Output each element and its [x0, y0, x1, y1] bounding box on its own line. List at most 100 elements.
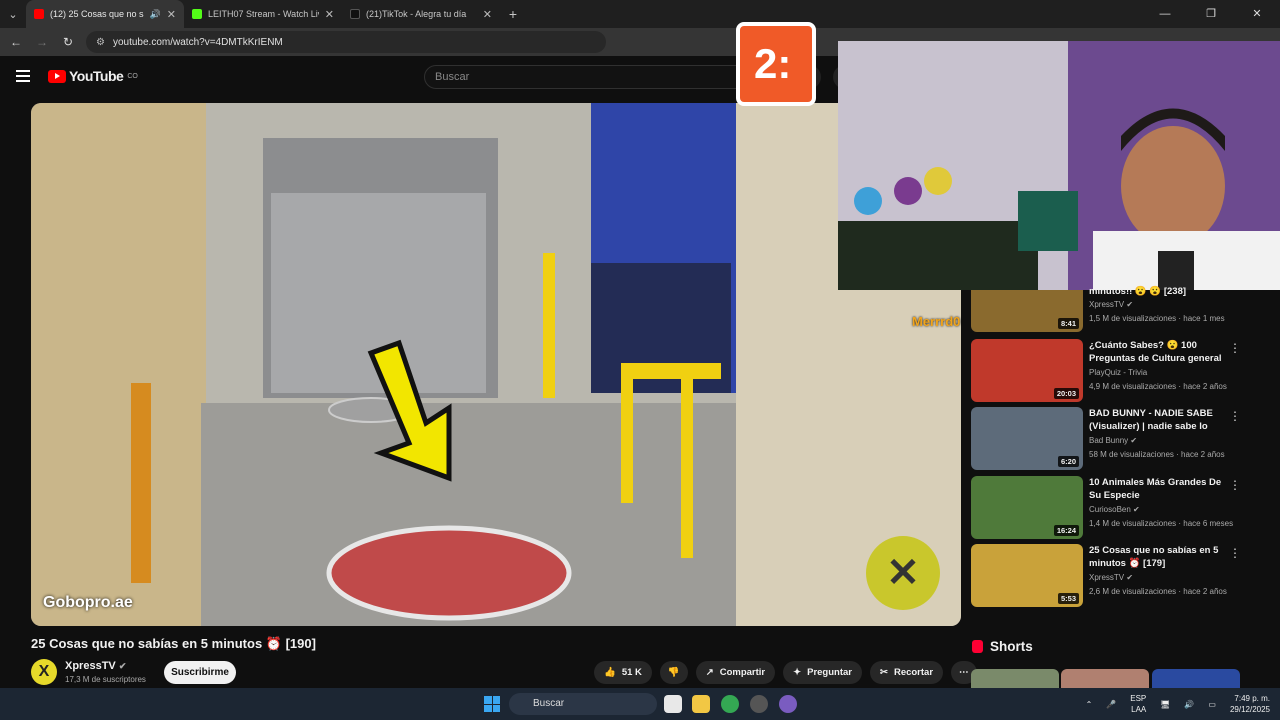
language-code: ESP — [1130, 694, 1147, 703]
video-title: 25 Cosas que no sabías en 5 minutos ⏰ [1… — [31, 636, 316, 651]
channel-name[interactable]: PlayQuiz - Trivia — [1089, 368, 1147, 377]
tiktok-favicon-icon — [350, 9, 360, 19]
channel-avatar[interactable]: X — [31, 659, 57, 685]
webcam-overlay — [838, 41, 1280, 290]
video-thumbnail[interactable]: 8:41 — [971, 290, 1083, 332]
video-meta: 4,9 M de visualizaciones · hace 2 años — [1089, 382, 1227, 391]
clip-button[interactable]: ✂ Recortar — [869, 661, 944, 684]
share-button[interactable]: ↗ Compartir — [695, 661, 776, 684]
video-thumbnail[interactable]: 5:53 — [971, 544, 1083, 607]
microphone-icon[interactable]: 🎤 — [1106, 700, 1116, 709]
more-options-icon[interactable]: ⋮ — [1229, 478, 1241, 492]
site-info-icon[interactable]: ⚙ — [96, 37, 105, 48]
browser-tab-strip: ⌄ (12) 25 Cosas que no sabías 🔊 ✕ LEITH0… — [0, 0, 1280, 28]
tab-search-button[interactable]: ⌄ — [0, 0, 26, 28]
sparkle-icon: ✦ — [793, 667, 802, 678]
more-icon: ⋯ — [959, 667, 969, 678]
back-icon[interactable]: ← — [8, 35, 24, 49]
language-indicator[interactable]: ESP LAA — [1130, 693, 1146, 715]
short-thumbnail[interactable] — [1152, 669, 1240, 689]
volume-icon[interactable]: 🔊 — [1184, 700, 1194, 709]
close-tab-icon[interactable]: ✕ — [483, 8, 492, 21]
address-bar[interactable]: ⚙ youtube.com/watch?v=4DMTkKrIENM — [86, 31, 606, 53]
like-button[interactable]: 👍 51 K — [594, 661, 652, 684]
video-title[interactable]: BAD BUNNY - NADIE SABE (Visualizer) | na… — [1089, 407, 1229, 433]
minimize-icon[interactable]: — — [1142, 0, 1188, 28]
share-label: Compartir — [719, 667, 766, 678]
shorts-label: Shorts — [990, 639, 1033, 654]
close-window-icon[interactable]: ✕ — [1234, 0, 1280, 28]
battery-icon[interactable]: ▭ — [1208, 700, 1216, 709]
language-sub: LAA — [1131, 705, 1147, 714]
short-thumbnail[interactable] — [1061, 669, 1149, 689]
network-icon[interactable]: 🖥 — [1160, 700, 1170, 709]
share-icon: ↗ — [705, 667, 714, 678]
subscribe-button[interactable]: Suscribirme — [164, 661, 236, 684]
chrome-icon[interactable] — [721, 695, 739, 713]
thumbs-down-icon: 👎 — [667, 667, 680, 678]
duration-badge: 5:53 — [1057, 593, 1079, 604]
channel-name[interactable]: XpressTV ✔ — [1089, 573, 1133, 582]
browser-tab-tiktok[interactable]: (21)TikTok - Alegra tu día ✕ — [342, 0, 500, 28]
channel-name[interactable]: Bad Bunny ✔ — [1089, 436, 1137, 445]
chevron-up-icon[interactable]: ⌃ — [1086, 700, 1093, 709]
browser-tab-youtube[interactable]: (12) 25 Cosas que no sabías 🔊 ✕ — [26, 0, 184, 28]
dislike-button[interactable]: 👎 — [659, 661, 688, 684]
verified-icon: ✔ — [1126, 300, 1134, 309]
menu-icon[interactable] — [16, 70, 30, 85]
video-title[interactable]: 25 Cosas que no sabías en 5 minutos ⏰ [1… — [1089, 544, 1229, 570]
list-item[interactable]: 16:24 10 Animales Más Grandes De Su Espe… — [971, 476, 1241, 540]
app-icon[interactable] — [750, 695, 768, 713]
list-item[interactable]: 6:20 BAD BUNNY - NADIE SABE (Visualizer)… — [971, 407, 1241, 471]
tab-title: (21)TikTok - Alegra tu día — [366, 9, 467, 19]
ask-button[interactable]: ✦ Preguntar — [783, 661, 862, 684]
video-thumbnail[interactable]: 20:03 — [971, 339, 1083, 402]
close-tab-icon[interactable]: ✕ — [325, 8, 334, 21]
video-thumbnail[interactable]: 16:24 — [971, 476, 1083, 539]
video-thumbnail[interactable]: 6:20 — [971, 407, 1083, 470]
taskbar-search[interactable]: Buscar — [509, 693, 657, 715]
clock[interactable]: 7:49 p. m. 29/12/2025 — [1230, 693, 1270, 715]
list-item[interactable]: 8:41 minutos!! 😮 😮 [238] XpressTV ✔ 1,5 … — [971, 286, 1241, 334]
channel-name[interactable]: CuriosoBen ✔ — [1089, 505, 1140, 514]
restore-icon[interactable]: ❐ — [1188, 0, 1234, 28]
country-code: CO — [127, 72, 138, 80]
video-actions: 👍 51 K 👎 ↗ Compartir ✦ Preguntar ✂ Recortar … — [594, 661, 977, 684]
youtube-logo[interactable]: YouTube CO — [48, 68, 138, 84]
video-title[interactable]: minutos!! 😮 😮 [238] — [1089, 285, 1229, 298]
list-item[interactable]: 5:53 25 Cosas que no sabías en 5 minutos… — [971, 544, 1241, 608]
search-input[interactable]: Buscar — [424, 65, 781, 89]
close-tab-icon[interactable]: ✕ — [167, 8, 176, 21]
more-options-icon[interactable]: ⋮ — [1229, 341, 1241, 355]
browser-tab-kick[interactable]: LEITH07 Stream - Watch Live o ✕ — [184, 0, 342, 28]
forward-icon[interactable]: → — [34, 35, 50, 49]
clock-date: 29/12/2025 — [1229, 705, 1270, 714]
reload-icon[interactable]: ↻ — [60, 35, 76, 49]
channel-name-text: XpressTV — [65, 660, 116, 672]
video-player[interactable]: Gobopro.ae — [31, 103, 961, 626]
short-thumbnail[interactable] — [971, 669, 1059, 689]
channel-text: CuriosoBen — [1089, 505, 1131, 514]
video-watermark: Gobopro.ae — [43, 594, 133, 611]
duration-badge: 6:20 — [1057, 456, 1079, 467]
video-title[interactable]: ¿Cuánto Sabes? 😮 100 Preguntas de Cultur… — [1089, 339, 1229, 365]
video-frame — [31, 103, 961, 626]
channel-name[interactable]: XpressTV ✔ — [1089, 300, 1133, 309]
duration-badge: 20:03 — [1053, 388, 1079, 399]
more-options-icon[interactable]: ⋮ — [1229, 409, 1241, 423]
discord-icon[interactable] — [779, 695, 797, 713]
file-explorer-icon[interactable] — [692, 695, 710, 713]
channel-name[interactable]: XpressTV ✔ — [65, 660, 126, 672]
system-tray: ⌃ 🎤 ESP LAA 🖥 🔊 ▭ 7:49 p. m. 29/12/2025 — [1086, 688, 1270, 720]
more-options-icon[interactable]: ⋮ — [1229, 546, 1241, 560]
windows-start-icon[interactable] — [484, 696, 500, 712]
video-title[interactable]: 10 Animales Más Grandes De Su Especie — [1089, 476, 1229, 502]
shorts-heading: Shorts — [972, 639, 1033, 654]
duration-badge: 8:41 — [1057, 318, 1079, 329]
store-icon[interactable] — [664, 695, 682, 713]
shorts-icon — [972, 640, 983, 653]
video-meta: 1,4 M de visualizaciones · hace 6 meses — [1089, 519, 1234, 528]
list-item[interactable]: 20:03 ¿Cuánto Sabes? 😮 100 Preguntas de … — [971, 339, 1241, 403]
speaker-icon[interactable]: 🔊 — [150, 9, 161, 20]
new-tab-button[interactable]: + — [500, 6, 526, 22]
